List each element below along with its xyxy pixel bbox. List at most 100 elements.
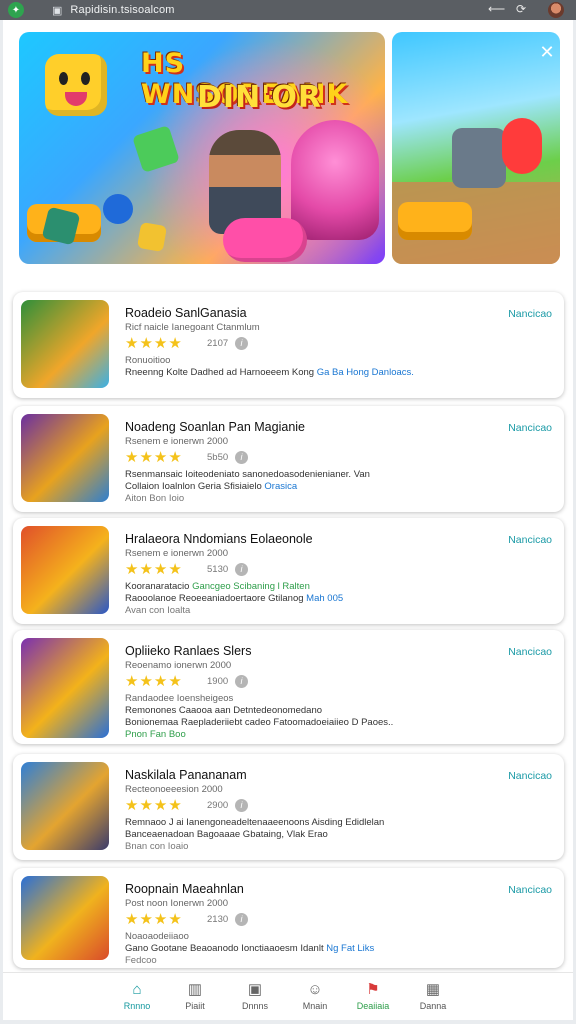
install-button[interactable]: Nancicao <box>508 422 552 434</box>
game-title[interactable]: Roadeio SanlGanasia <box>125 306 247 320</box>
gamepad-icon: ▦ <box>425 981 441 998</box>
description-link[interactable]: Ga Ba Hong Danloacs. <box>317 367 414 378</box>
info-icon[interactable]: i <box>235 675 248 688</box>
game-meta-link[interactable]: Pnon Fan Boo <box>125 729 186 740</box>
game-description-2: Raooolanoe Reoeeaniadoertaore Gtilanog M… <box>125 593 343 604</box>
install-button[interactable]: Nancicao <box>508 770 552 782</box>
install-button[interactable]: Nancicao <box>508 884 552 896</box>
description-link[interactable]: Orasica <box>264 481 297 492</box>
featured-banner-side[interactable] <box>392 32 560 264</box>
game-thumbnail[interactable] <box>21 414 109 502</box>
tab-label: Danna <box>419 1001 447 1011</box>
game-title[interactable]: Opliieko Ranlaes Slers <box>125 644 251 658</box>
rating-stars: ★★★★ <box>125 335 183 352</box>
tab-label: Piaiit <box>185 1001 205 1011</box>
game-subtitle: Reoenamo ionerwn 2000 <box>125 660 232 671</box>
rating-score: 1900 <box>207 676 229 687</box>
rating-stars: ★★★★ <box>125 449 183 466</box>
game-meta: Avan con Ioalta <box>125 605 191 616</box>
user-avatar[interactable] <box>548 2 564 18</box>
back-arrow-icon[interactable]: ⟵ <box>488 2 505 16</box>
address-bar[interactable]: Rapidisin.tsisoalcom <box>70 4 174 16</box>
tab-store[interactable]: ▥ Piaiit <box>167 981 223 1011</box>
game-thumbnail[interactable] <box>21 762 109 850</box>
game-card[interactable]: Roopnain Maeahnlan Post noon Ionerwn 200… <box>13 868 564 968</box>
game-thumbnail[interactable] <box>21 526 109 614</box>
description-link[interactable]: Gancgeo Scibaning l Ralten <box>192 581 310 592</box>
game-card[interactable]: Hralaeora Nndomians Eolaeonole Rsenem e … <box>13 518 564 624</box>
app-page: HS WNSOREANK DIN'OR ✕ Roadeio SanlGanasi… <box>3 20 573 1020</box>
game-title[interactable]: Roopnain Maeahnlan <box>125 882 244 896</box>
banner-emoji-art <box>45 54 107 116</box>
game-description: Kooranaratacio Gancgeo Scibaning l Ralte… <box>125 581 310 592</box>
tab-games[interactable]: ▦ Danna <box>405 981 461 1011</box>
game-card[interactable]: Naskilala Panananam Recteonoeeesion 2000… <box>13 754 564 860</box>
game-meta: Ronuoitioo <box>125 355 171 366</box>
game-subtitle: Recteonoeeesion 2000 <box>125 784 223 795</box>
rating-stars: ★★★★ <box>125 911 183 928</box>
game-thumbnail[interactable] <box>21 300 109 388</box>
info-icon[interactable]: i <box>235 913 248 926</box>
rating-score: 2107 <box>207 338 229 349</box>
browser-logo-icon[interactable]: ✦ <box>8 2 24 18</box>
banner-cube-art <box>136 221 168 253</box>
game-description: Rneenng Kolte Dadhed ad Harnoeeem Kong G… <box>125 367 414 378</box>
tab-home[interactable]: ⌂ Rnnno <box>109 981 165 1011</box>
game-meta: Randaodee Ioensheigeos <box>125 693 234 704</box>
game-card[interactable]: Opliieko Ranlaes Slers Reoenamo ionerwn … <box>13 630 564 744</box>
game-subtitle: Rsenem e ionerwn 2000 <box>125 548 228 559</box>
game-card[interactable]: Noadeng Soanlan Pan Magianie Rsenem e io… <box>13 406 564 512</box>
description-link[interactable]: Banceaenadoan Bagoaaae Gbataing, Vlak Er… <box>125 829 328 840</box>
store-icon: ▥ <box>187 981 203 998</box>
game-meta: Aiton Bon Ioio <box>125 493 185 504</box>
game-description: Gano Gootane Beaoanodo Ionctiaaoesm Idan… <box>125 943 374 954</box>
game-thumbnail[interactable] <box>21 876 109 960</box>
rating-score: 5130 <box>207 564 229 575</box>
description-link[interactable]: Mah 005 <box>306 593 343 604</box>
game-subtitle: Post noon Ionerwn 2000 <box>125 898 228 909</box>
tab-label: Rnnno <box>123 1001 151 1011</box>
banner-orb-art <box>103 194 133 224</box>
tab-label: Mnain <box>302 1001 328 1011</box>
install-button[interactable]: Nancicao <box>508 534 552 546</box>
game-description-2: Collaion Ioalnlon Geria Sfisiaielo Orasi… <box>125 481 297 492</box>
description-link[interactable]: Ng Fat Liks <box>326 943 374 954</box>
game-description: Rsenmansaic Ioiteodeniato sanonedoasoden… <box>125 469 370 480</box>
featured-banner-main[interactable]: HS WNSOREANK DIN'OR <box>19 32 385 264</box>
game-title[interactable]: Noadeng Soanlan Pan Magianie <box>125 420 305 434</box>
install-button[interactable]: Nancicao <box>508 646 552 658</box>
banner-title-line2: DIN'OR <box>197 80 322 115</box>
rating-stars: ★★★★ <box>125 561 183 578</box>
browser-toolbar: ✦ ▣ Rapidisin.tsisoalcom ⟵ ⟳ <box>0 0 576 20</box>
rating-stars: ★★★★ <box>125 797 183 814</box>
smile-icon: ☺ <box>307 981 323 998</box>
banner-robot-art <box>452 128 506 188</box>
tab-notifications[interactable]: ⚑ Deaiiaia <box>345 981 401 1011</box>
tab-icon[interactable]: ▣ <box>52 4 62 17</box>
tab-social[interactable]: ☺ Mnain <box>287 981 343 1011</box>
game-title[interactable]: Hralaeora Nndomians Eolaeonole <box>125 532 313 546</box>
info-icon[interactable]: i <box>235 451 248 464</box>
description-text: Kooranaratacio <box>125 581 190 592</box>
game-thumbnail[interactable] <box>21 638 109 738</box>
tab-label: Deaiiaia <box>356 1001 390 1011</box>
info-icon[interactable]: i <box>235 563 248 576</box>
reload-icon[interactable]: ⟳ <box>516 2 526 16</box>
image-icon: ▣ <box>247 981 263 998</box>
game-description: Remnaoo J ai Ianengoneadeltenaaeenoons A… <box>125 817 385 828</box>
tab-label: Dnnns <box>241 1001 268 1011</box>
rating-score: 2130 <box>207 914 229 925</box>
game-meta: Fedcoo <box>125 955 157 966</box>
tab-media[interactable]: ▣ Dnnns <box>227 981 283 1011</box>
install-button[interactable]: Nancicao <box>508 308 552 320</box>
game-title[interactable]: Naskilala Panananam <box>125 768 247 782</box>
bottom-tab-bar: ⌂ Rnnno ▥ Piaiit ▣ Dnnns ☺ Mnain ⚑ Deaii… <box>3 972 573 1020</box>
banner-gamepad-art <box>223 218 307 262</box>
home-icon: ⌂ <box>132 981 142 998</box>
description-text: Gano Gootane Beaoanodo Ionctiaaoesm Idan… <box>125 943 324 954</box>
close-icon[interactable]: ✕ <box>537 42 557 62</box>
info-icon[interactable]: i <box>235 799 248 812</box>
description-text: Raooolanoe Reoeeaniadoertaore Gtilanog <box>125 593 304 604</box>
info-icon[interactable]: i <box>235 337 248 350</box>
game-card[interactable]: Roadeio SanlGanasia Ricf naicle Ianegoan… <box>13 292 564 398</box>
